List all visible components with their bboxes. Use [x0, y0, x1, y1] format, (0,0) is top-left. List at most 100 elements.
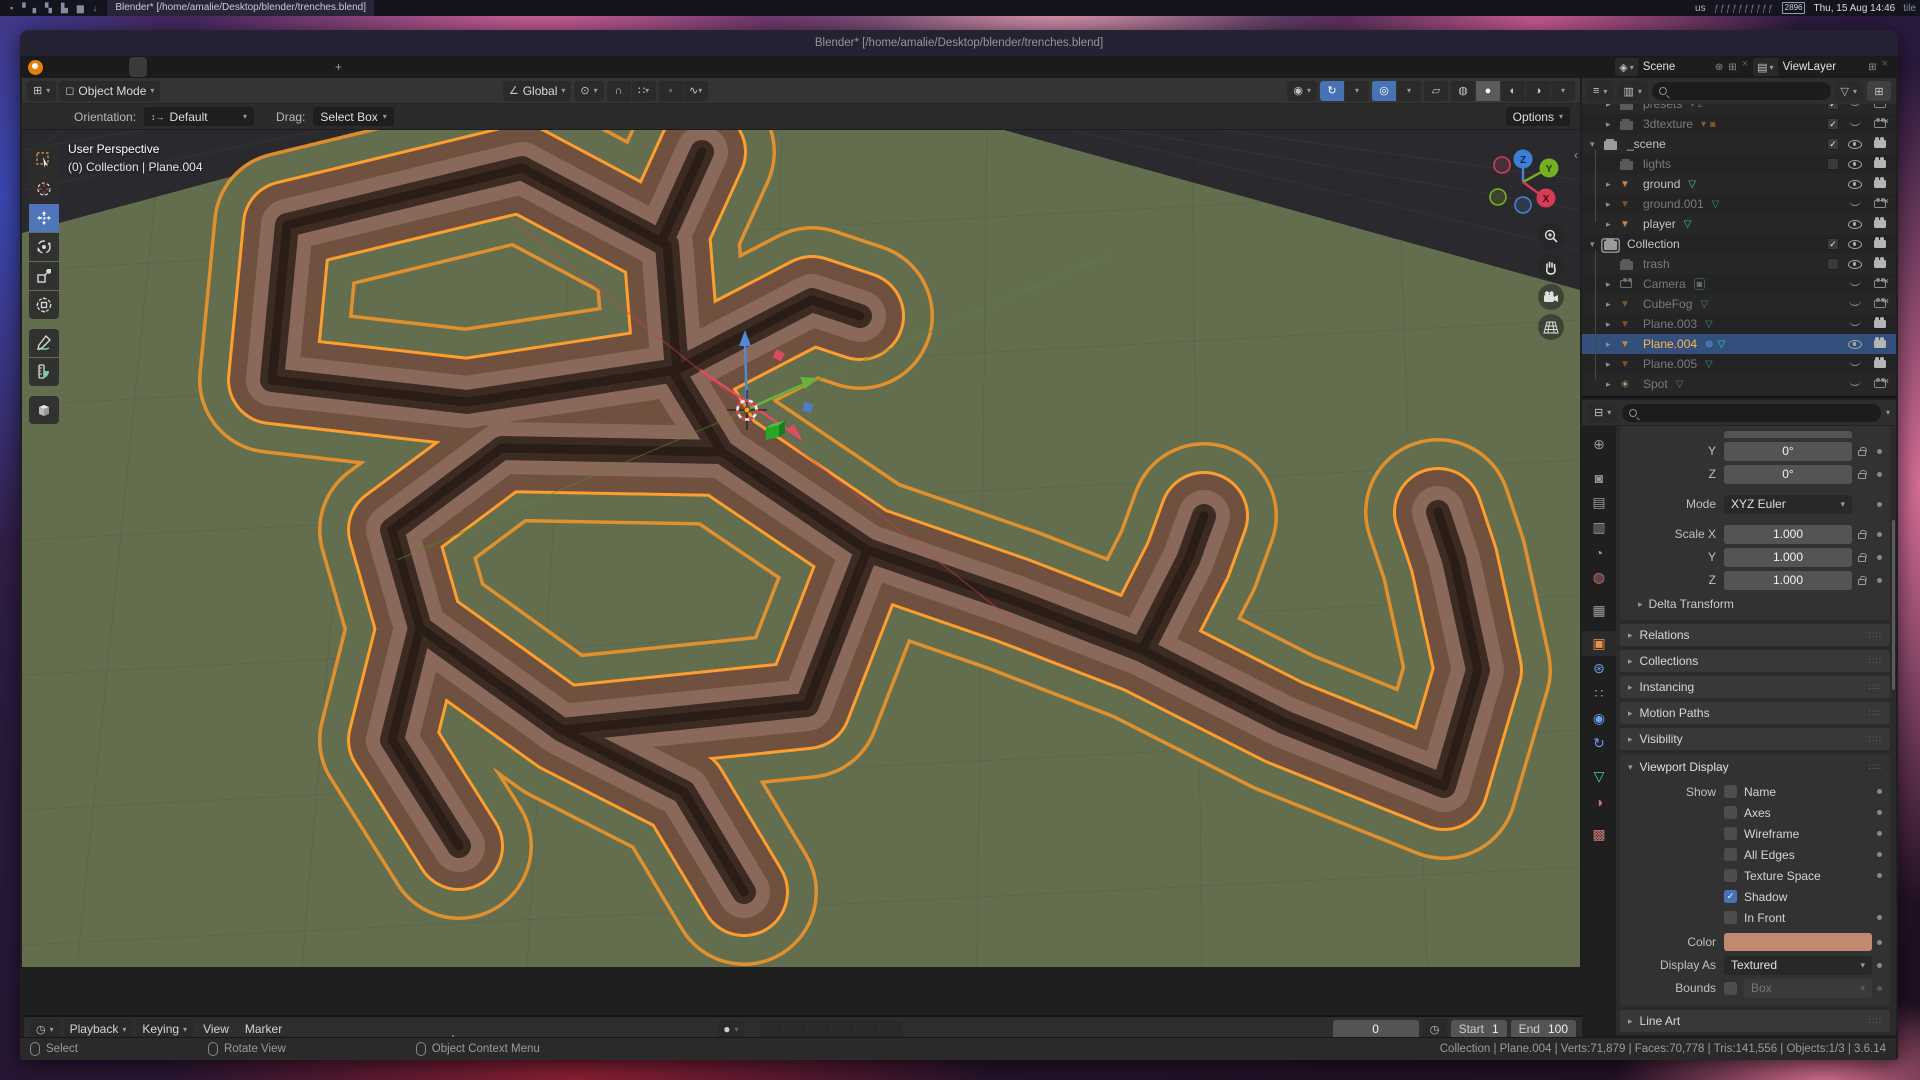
- disable-in-renders-toggle[interactable]: [1871, 104, 1888, 108]
- viewlayer-name-field[interactable]: ViewLayer ⊞: [1778, 58, 1882, 76]
- animate-dot[interactable]: [1877, 532, 1882, 537]
- show-overlays-toggle[interactable]: ◎: [1372, 81, 1396, 101]
- show-gizmo-toggle[interactable]: ↻: [1320, 81, 1344, 101]
- display-as-dropdown[interactable]: Textured: [1724, 956, 1872, 975]
- value-field[interactable]: 0°: [1724, 465, 1852, 484]
- properties-tab-particles[interactable]: ∷: [1582, 681, 1616, 706]
- properties-tab-material[interactable]: ◑: [1582, 789, 1616, 814]
- list-item[interactable]: ▼ ground.001 ▾ ◙ ⊛ ◙ ▽: [1582, 194, 1896, 214]
- hide-in-viewport-toggle[interactable]: [1847, 382, 1863, 386]
- checkbox[interactable]: [1724, 911, 1737, 924]
- pin-icon[interactable]: ⊛: [1715, 62, 1723, 73]
- expand-arrow-icon[interactable]: [1606, 119, 1620, 130]
- animate-dot[interactable]: [1877, 555, 1882, 560]
- disable-in-renders-toggle[interactable]: [1871, 300, 1888, 308]
- orientation-dropdown[interactable]: ↕→ Default ▾: [144, 107, 254, 126]
- wm-window-title[interactable]: Blender* [/home/amalie/Desktop/blender/t…: [107, 0, 374, 16]
- shading-rendered-button[interactable]: ◑: [1526, 81, 1550, 101]
- properties-tab-physics[interactable]: ◉: [1582, 706, 1616, 731]
- add-workspace-button[interactable]: +: [327, 60, 350, 74]
- checkbox[interactable]: [1724, 869, 1737, 882]
- expand-arrow-icon[interactable]: [1606, 279, 1620, 290]
- list-item[interactable]: ▼ Plane.003 ▾ ◙ ⊛ ◙ ▽: [1582, 314, 1896, 334]
- expand-arrow-icon[interactable]: [1606, 104, 1620, 110]
- shading-wireframe-button[interactable]: ◍: [1451, 81, 1475, 101]
- workspace-tab[interactable]: [273, 57, 291, 77]
- disable-in-renders-toggle[interactable]: [1871, 340, 1888, 348]
- frame-end-field[interactable]: End100: [1511, 1020, 1576, 1039]
- hide-in-viewport-toggle[interactable]: [1847, 240, 1863, 249]
- animate-dot[interactable]: [1877, 472, 1882, 477]
- camera-view-button[interactable]: [1538, 284, 1564, 310]
- tool-tweak-select[interactable]: [29, 146, 59, 174]
- drag-grip-icon[interactable]: ∷∷: [1869, 630, 1882, 641]
- properties-scrollbar[interactable]: [1892, 520, 1895, 690]
- viewport-display-header[interactable]: ▾ Viewport Display ∷∷: [1624, 757, 1886, 777]
- transport-button[interactable]: [832, 1020, 855, 1039]
- disable-in-renders-toggle[interactable]: [1871, 380, 1888, 388]
- snap-toggle[interactable]: ∩: [607, 81, 631, 101]
- expand-arrow-icon[interactable]: [1606, 219, 1620, 230]
- list-item[interactable]: 3dtexture ▾ ◙ ⊛ ◙ ▽: [1582, 114, 1896, 134]
- tool-annotate[interactable]: [29, 329, 59, 357]
- drag-grip-icon[interactable]: ∷∷: [1869, 734, 1882, 745]
- pivot-point-dropdown[interactable]: ⊙▾: [574, 81, 603, 101]
- bounds-checkbox[interactable]: [1724, 982, 1737, 995]
- window-titlebar[interactable]: Blender* [/home/amalie/Desktop/blender/t…: [20, 30, 1898, 56]
- expand-arrow-icon[interactable]: [1590, 239, 1604, 250]
- expand-arrow-icon[interactable]: [1590, 139, 1604, 150]
- tool-move[interactable]: [29, 204, 59, 232]
- collection-checkbox[interactable]: [1827, 258, 1839, 270]
- disable-in-renders-toggle[interactable]: [1871, 120, 1888, 128]
- list-item[interactable]: ▼ player ▾ ◙ ⊛ ◙ ▽: [1582, 214, 1896, 234]
- hide-in-viewport-toggle[interactable]: [1847, 160, 1863, 169]
- collection-checkbox[interactable]: [1827, 138, 1839, 150]
- checkbox[interactable]: [1724, 785, 1737, 798]
- properties-tab-collection[interactable]: ▦: [1582, 598, 1616, 623]
- unlink-scene-icon[interactable]: ×: [1742, 58, 1748, 76]
- hide-in-viewport-toggle[interactable]: [1847, 282, 1863, 286]
- list-item[interactable]: trash ▾ ◙ ⊛ ◙ ▽: [1582, 254, 1896, 274]
- properties-tab-constraints[interactable]: ↻: [1582, 731, 1616, 756]
- sidebar-collapse-icon[interactable]: ‹: [1574, 148, 1578, 162]
- menu-item[interactable]: [49, 58, 63, 76]
- lock-icon[interactable]: [1858, 579, 1866, 585]
- value-field[interactable]: 1.000: [1724, 525, 1852, 544]
- disable-in-renders-toggle[interactable]: [1871, 160, 1888, 168]
- workspace-tab[interactable]: [183, 57, 201, 77]
- transport-button[interactable]: [784, 1020, 807, 1039]
- menu-item[interactable]: [77, 58, 91, 76]
- collapsed-panel[interactable]: ▸ Line Art ∷∷: [1620, 1010, 1890, 1032]
- bounds-dropdown[interactable]: Box: [1744, 979, 1872, 998]
- expand-arrow-icon[interactable]: [1606, 199, 1620, 210]
- properties-options-dropdown[interactable]: ▾: [1886, 408, 1890, 417]
- list-item[interactable]: ▼ ground ▾ ◙ ⊛ ◙ ▽: [1582, 174, 1896, 194]
- value-field[interactable]: 0°: [1724, 442, 1852, 461]
- object-color-swatch[interactable]: [1724, 933, 1872, 951]
- animate-dot[interactable]: [1877, 986, 1882, 991]
- workspace-tab[interactable]: [129, 57, 147, 77]
- shading-dropdown[interactable]: ▾: [1551, 81, 1575, 101]
- drag-grip-icon[interactable]: ∷∷: [1869, 762, 1882, 773]
- menu-item[interactable]: [63, 58, 77, 76]
- workspace-tab[interactable]: [219, 57, 237, 77]
- workspace-tab[interactable]: [237, 57, 255, 77]
- frame-start-field[interactable]: Start1: [1451, 1020, 1507, 1039]
- drag-grip-icon[interactable]: ∷∷: [1869, 682, 1882, 693]
- hide-in-viewport-toggle[interactable]: [1847, 180, 1863, 189]
- workspace-tab[interactable]: [165, 57, 183, 77]
- animate-dot[interactable]: [1877, 963, 1882, 968]
- remove-viewlayer-icon[interactable]: ×: [1882, 58, 1888, 76]
- transport-button[interactable]: [880, 1020, 903, 1039]
- xray-toggle[interactable]: ▱: [1424, 81, 1448, 101]
- workspace-tab[interactable]: [291, 57, 309, 77]
- outliner-search-input[interactable]: [1652, 82, 1831, 100]
- transform-orientation-dropdown[interactable]: ∠Global▾: [503, 81, 572, 101]
- disable-in-renders-toggle[interactable]: [1871, 240, 1888, 248]
- visibility-dropdown[interactable]: ◉▾: [1287, 81, 1317, 101]
- outliner-filter-button[interactable]: ▽▾: [1835, 81, 1863, 101]
- editor-type-button[interactable]: ⊞▾: [27, 81, 56, 101]
- hide-in-viewport-toggle[interactable]: [1847, 260, 1863, 269]
- ortho-grid-button[interactable]: [1538, 314, 1564, 340]
- transport-button[interactable]: [808, 1020, 831, 1039]
